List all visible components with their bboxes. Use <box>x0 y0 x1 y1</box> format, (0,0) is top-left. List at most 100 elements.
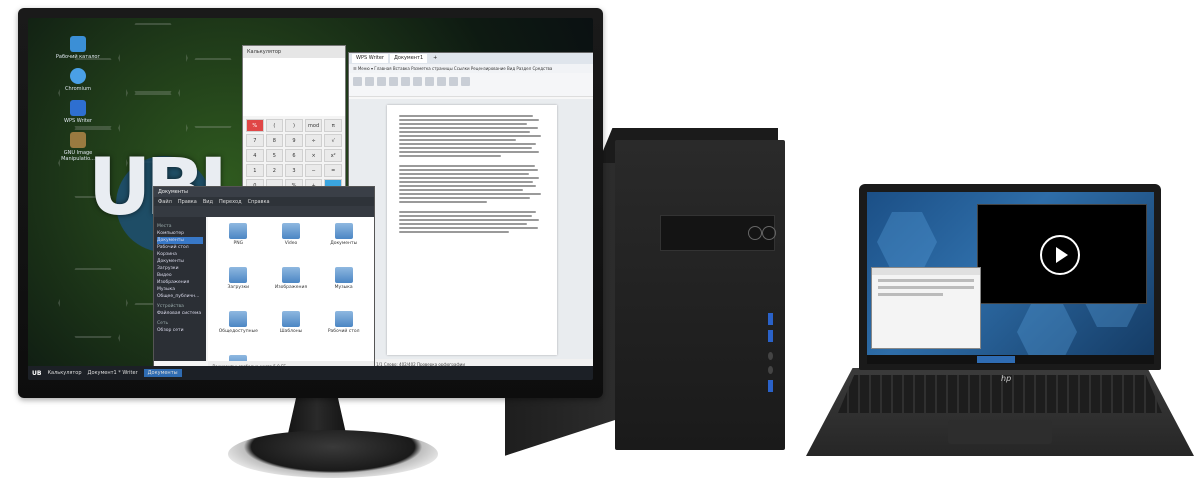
text-line <box>399 219 540 221</box>
text-line <box>399 131 531 133</box>
sidebar-item[interactable]: Обзор сети <box>157 327 203 334</box>
new-tab-icon[interactable]: + <box>429 54 441 63</box>
calculator-key[interactable]: % <box>246 119 264 132</box>
italic-icon[interactable] <box>401 77 410 86</box>
file-name: PNG <box>233 241 244 246</box>
file-item[interactable]: Музыка <box>319 267 368 307</box>
editor-menu-bar[interactable]: ☰ Меню ▾ Главная Вставка Разметка страни… <box>349 64 593 73</box>
taskbar-item[interactable]: Документ1 * Writer <box>88 370 138 376</box>
calculator-key[interactable]: 9 <box>285 134 303 147</box>
sidebar-item[interactable]: Изображения <box>157 279 203 286</box>
sidebar-item[interactable]: Видео <box>157 272 203 279</box>
menu-go[interactable]: Переход <box>219 199 242 205</box>
start-menu-logo[interactable]: UB <box>32 370 41 377</box>
file-item[interactable]: Изображения <box>267 267 316 307</box>
file-item[interactable]: Video <box>267 223 316 263</box>
align-center-icon[interactable] <box>437 77 446 86</box>
video-player[interactable] <box>977 204 1147 304</box>
laptop-dialog-window[interactable] <box>871 267 981 349</box>
desktop-icon-gimp[interactable]: GNU Image Manipulatio... <box>48 132 108 162</box>
play-button[interactable] <box>1040 235 1080 275</box>
tab-document[interactable]: Документ1 <box>389 54 428 63</box>
usb-port <box>768 330 773 342</box>
menu-view[interactable]: Вид <box>203 199 213 205</box>
sidebar-item[interactable]: Компьютер <box>157 230 203 237</box>
menu-edit[interactable]: Правка <box>178 199 197 205</box>
calculator-key[interactable]: 2 <box>265 164 284 177</box>
file-name: Изображения <box>274 285 308 290</box>
taskbar-item[interactable]: Калькулятор <box>47 370 81 376</box>
underline-icon[interactable] <box>413 77 422 86</box>
desktop-icon-label: WPS Writer <box>64 118 92 124</box>
sidebar-item[interactable]: Документы <box>157 237 203 244</box>
sidebar-item[interactable]: Документы <box>157 258 203 265</box>
folder-icon <box>334 223 353 239</box>
sidebar-item[interactable]: Музыка <box>157 286 203 293</box>
file-item[interactable]: PNG <box>214 223 263 263</box>
audio-jack <box>768 366 773 374</box>
wps-writer-window[interactable]: WPS Writer Документ1 + ☰ Меню ▾ Главная … <box>348 52 593 370</box>
sidebar-heading: Сеть <box>157 321 169 326</box>
file-manager-window[interactable]: Документы Файл Правка Вид Переход Справк… <box>153 186 375 378</box>
hex-decoration <box>118 23 188 93</box>
folder-icon <box>334 267 353 283</box>
calculator-key[interactable]: 6 <box>285 149 303 162</box>
sidebar-item[interactable]: Корзина <box>157 251 203 258</box>
menu-help[interactable]: Справка <box>248 199 270 205</box>
cut-icon[interactable] <box>365 77 374 86</box>
sidebar-item[interactable]: Общее_публичн... <box>157 293 203 300</box>
text-line <box>399 223 528 225</box>
text-line <box>399 201 487 203</box>
file-item[interactable]: Рабочий стол <box>319 311 368 351</box>
desktop-icon-wps-writer[interactable]: WPS Writer <box>48 100 108 124</box>
calculator-key[interactable]: × <box>304 149 323 162</box>
calculator-key[interactable]: − <box>304 164 323 177</box>
text-line <box>399 227 538 229</box>
file-item[interactable]: Шаблоны <box>267 311 316 351</box>
calculator-key[interactable]: 4 <box>246 149 264 162</box>
calculator-key[interactable]: 3 <box>285 164 303 177</box>
align-right-icon[interactable] <box>449 77 458 86</box>
taskbar-item[interactable]: Документы <box>143 369 182 377</box>
sidebar-item[interactable]: Рабочий стол <box>157 244 203 251</box>
calculator-key[interactable]: = <box>324 164 342 177</box>
calculator-key[interactable]: √ <box>324 134 342 147</box>
desktop-icon-home[interactable]: Рабочий каталог <box>48 36 108 60</box>
copy-icon[interactable] <box>377 77 386 86</box>
editor-toolbar <box>349 73 593 97</box>
monitor-screen: UBLi Рабочий каталог Chromium WPS Writer… <box>28 18 593 380</box>
menu-file[interactable]: Файл <box>158 199 172 205</box>
hex-decoration <box>58 268 128 338</box>
text-line <box>399 119 540 121</box>
calculator-window[interactable]: Калькулятор %()modπ789÷√456×x²123−=0,%+ <box>242 45 346 203</box>
monitor-base <box>228 430 438 478</box>
tab-wps-writer[interactable]: WPS Writer <box>352 54 388 63</box>
paste-icon[interactable] <box>353 77 362 86</box>
calculator-key[interactable]: ( <box>265 119 284 132</box>
sidebar-item[interactable]: Файловая система <box>157 310 203 317</box>
calculator-key[interactable]: 8 <box>265 134 284 147</box>
folder-icon <box>281 311 300 327</box>
calculator-key[interactable]: x² <box>324 149 342 162</box>
align-left-icon[interactable] <box>425 77 434 86</box>
file-item[interactable]: Загрузки <box>214 267 263 307</box>
file-item[interactable]: Общедоступные <box>214 311 263 351</box>
calculator-key[interactable]: π <box>324 119 342 132</box>
laptop-taskbar-active-item[interactable] <box>977 356 1015 363</box>
calculator-key[interactable]: 5 <box>265 149 284 162</box>
list-icon[interactable] <box>461 77 470 86</box>
bold-icon[interactable] <box>389 77 398 86</box>
file-item[interactable]: Документы <box>319 223 368 263</box>
document-page[interactable] <box>387 105 557 355</box>
calculator-key[interactable]: ) <box>285 119 303 132</box>
calculator-key[interactable]: 1 <box>246 164 264 177</box>
sidebar-item[interactable]: Загрузки <box>157 265 203 272</box>
text-line <box>399 177 540 179</box>
file-name: Шаблоны <box>279 329 303 334</box>
calculator-key[interactable]: 7 <box>246 134 264 147</box>
scene: UBLi Рабочий каталог Chromium WPS Writer… <box>0 0 1195 488</box>
file-name: Загрузки <box>227 285 250 290</box>
calculator-key[interactable]: ÷ <box>304 134 323 147</box>
desktop-icon-chromium[interactable]: Chromium <box>48 68 108 92</box>
calculator-key[interactable]: mod <box>304 119 323 132</box>
